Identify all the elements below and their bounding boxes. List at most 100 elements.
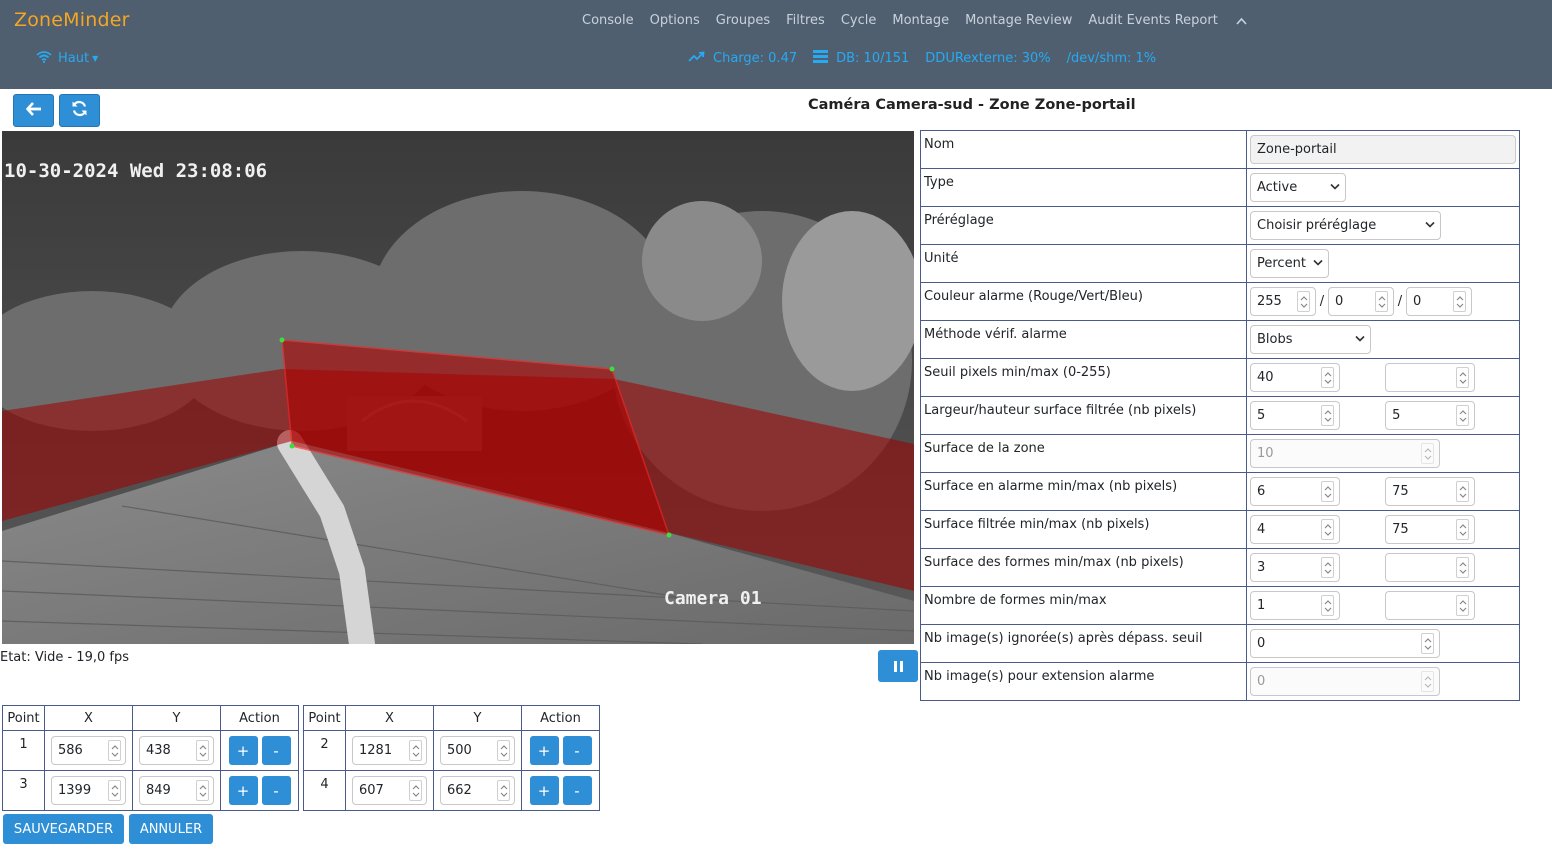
points-table-right: Point X Y Action 2 1281 500 + - 4 607 662… xyxy=(303,705,600,811)
remove-point-button[interactable]: - xyxy=(261,776,291,805)
nav-montage[interactable]: Montage xyxy=(884,11,957,31)
remove-point-button[interactable]: - xyxy=(562,736,592,765)
spinner-icon[interactable] xyxy=(1321,519,1334,540)
zone-name-input[interactable]: Zone-portail xyxy=(1250,135,1516,164)
nav-audit-events-report[interactable]: Audit Events Report xyxy=(1080,11,1225,31)
chevron-down-icon xyxy=(1330,182,1340,193)
min-alarm-area-input[interactable]: 6 xyxy=(1250,477,1340,506)
cancel-button[interactable]: ANNULER xyxy=(129,814,213,844)
alarm-green-input[interactable]: 0 xyxy=(1328,287,1394,316)
overload-frames-input[interactable]: 0 xyxy=(1250,629,1440,658)
spinner-icon[interactable] xyxy=(409,780,422,801)
stat-disk-text[interactable]: DDURexterne: 30% xyxy=(925,51,1050,66)
field-label: Couleur alarme (Rouge/Vert/Bleu) xyxy=(920,282,1247,321)
form-row-blob-count: Nombre de formes min/max 1 xyxy=(920,586,1520,625)
add-point-button[interactable]: + xyxy=(228,736,258,765)
spinner-icon[interactable] xyxy=(1453,291,1466,312)
min-blobs-input[interactable]: 1 xyxy=(1250,591,1340,620)
spinner-icon[interactable] xyxy=(1456,481,1470,502)
filter-width-value: 5 xyxy=(1257,408,1266,423)
stream-status: Etat: Vide - 19,0 fps xyxy=(0,650,129,665)
list-icon xyxy=(813,50,829,67)
bandwidth-dropdown[interactable]: Haut ▼ xyxy=(36,50,98,67)
brand-logo[interactable]: ZoneMinder xyxy=(14,9,130,31)
spinner-icon[interactable] xyxy=(108,780,121,801)
alarm-blue-input[interactable]: 0 xyxy=(1406,287,1472,316)
chevron-up-icon[interactable] xyxy=(1226,15,1247,28)
form-row-alarm-color: Couleur alarme (Rouge/Vert/Bleu) 255 / 0 / 0 xyxy=(920,282,1520,321)
spinner-icon[interactable] xyxy=(196,780,209,801)
spinner-icon[interactable] xyxy=(409,740,422,761)
max-pixel-threshold-input[interactable] xyxy=(1385,363,1476,392)
check-method-select[interactable]: Blobs xyxy=(1250,325,1371,354)
field-label: Nom xyxy=(920,130,1247,169)
add-point-button[interactable]: + xyxy=(228,776,258,805)
point-y-input[interactable]: 500 xyxy=(440,736,515,765)
point-x-input[interactable]: 1281 xyxy=(352,736,427,765)
point-x-input[interactable]: 586 xyxy=(51,736,126,765)
point-y-input[interactable]: 438 xyxy=(139,736,214,765)
max-blobs-input[interactable] xyxy=(1385,591,1476,620)
spinner-icon[interactable] xyxy=(1321,557,1334,578)
nav-montage-review[interactable]: Montage Review xyxy=(957,11,1080,31)
spinner-icon[interactable] xyxy=(1456,367,1470,388)
refresh-icon xyxy=(71,100,88,121)
field-label: Type xyxy=(920,168,1247,207)
stat-shm: /dev/shm: 1% xyxy=(1067,51,1157,66)
spinner-icon[interactable] xyxy=(497,740,510,761)
zone-type-select[interactable]: Active xyxy=(1250,173,1346,202)
arrow-left-icon xyxy=(25,101,42,120)
max-blob-area-input[interactable] xyxy=(1385,553,1476,582)
spinner-icon[interactable] xyxy=(196,740,209,761)
alarm-red-input[interactable]: 255 xyxy=(1250,287,1316,316)
preset-select[interactable]: Choisir préréglage xyxy=(1250,211,1441,240)
spinner-icon[interactable] xyxy=(1456,595,1470,616)
form-row-filtered-area: Surface filtrée min/max (nb pixels) 4 75 xyxy=(920,510,1520,549)
stat-db: DB: 10/151 xyxy=(813,50,909,67)
col-header-x: X xyxy=(345,705,434,731)
spinner-icon[interactable] xyxy=(497,780,510,801)
refresh-button[interactable] xyxy=(59,94,100,127)
min-pixel-threshold-input[interactable]: 40 xyxy=(1250,363,1340,392)
field-label: Seuil pixels min/max (0-255) xyxy=(920,358,1247,397)
point-x-input[interactable]: 1399 xyxy=(51,776,126,805)
save-button[interactable]: SAUVEGARDER xyxy=(3,814,124,844)
field-label: Largeur/hauteur surface filtrée (nb pixe… xyxy=(920,396,1247,435)
nav-options[interactable]: Options xyxy=(642,11,708,31)
add-point-button[interactable]: + xyxy=(529,776,559,805)
unit-select[interactable]: Percent xyxy=(1250,249,1329,278)
spinner-icon[interactable] xyxy=(108,740,121,761)
spinner-icon[interactable] xyxy=(1297,291,1310,312)
max-alarm-area-input[interactable]: 75 xyxy=(1385,477,1476,506)
spinner-icon[interactable] xyxy=(1321,405,1334,426)
spinner-icon[interactable] xyxy=(1321,595,1334,616)
nav-filters[interactable]: Filtres xyxy=(778,11,833,31)
point-x-value: 1399 xyxy=(58,783,92,798)
spinner-icon[interactable] xyxy=(1456,405,1470,426)
camera-view[interactable]: 10-30-2024 Wed 23:08:06 Camera 01 xyxy=(2,131,914,644)
alarm-green-value: 0 xyxy=(1335,294,1344,309)
spinner-icon[interactable] xyxy=(1456,519,1470,540)
spinner-icon[interactable] xyxy=(1321,481,1334,502)
filter-height-input[interactable]: 5 xyxy=(1385,401,1476,430)
pause-button[interactable] xyxy=(878,650,918,682)
spinner-icon[interactable] xyxy=(1375,291,1388,312)
field-label: Nb image(s) ignorée(s) après dépass. seu… xyxy=(920,624,1247,663)
add-point-button[interactable]: + xyxy=(529,736,559,765)
min-filtered-area-input[interactable]: 4 xyxy=(1250,515,1340,544)
point-x-input[interactable]: 607 xyxy=(352,776,427,805)
spinner-icon[interactable] xyxy=(1456,557,1470,578)
filter-width-input[interactable]: 5 xyxy=(1250,401,1340,430)
max-filtered-area-input[interactable]: 75 xyxy=(1385,515,1476,544)
point-y-input[interactable]: 849 xyxy=(139,776,214,805)
spinner-icon[interactable] xyxy=(1321,367,1334,388)
back-button[interactable] xyxy=(13,94,54,127)
nav-cycle[interactable]: Cycle xyxy=(833,11,885,31)
spinner-icon[interactable] xyxy=(1421,633,1434,654)
remove-point-button[interactable]: - xyxy=(562,776,592,805)
min-blob-area-input[interactable]: 3 xyxy=(1250,553,1340,582)
nav-groups[interactable]: Groupes xyxy=(708,11,778,31)
point-y-input[interactable]: 662 xyxy=(440,776,515,805)
remove-point-button[interactable]: - xyxy=(261,736,291,765)
nav-console[interactable]: Console xyxy=(574,11,642,31)
